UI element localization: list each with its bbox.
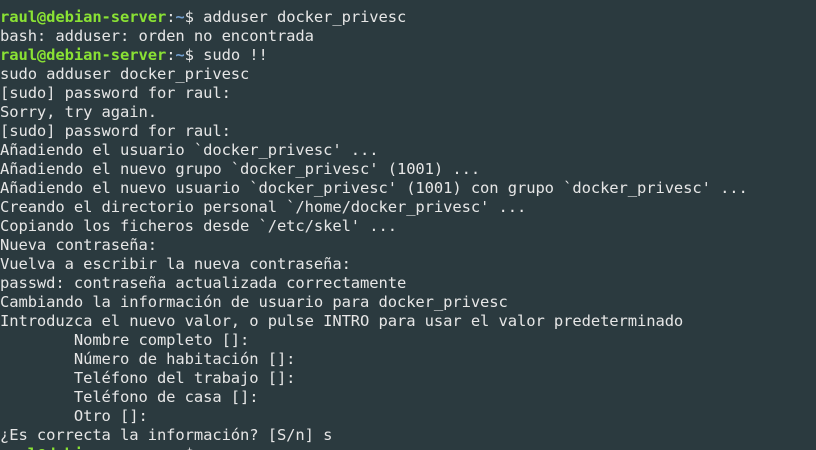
- prompt-path: ~: [175, 445, 184, 450]
- prompt-path: ~: [175, 8, 185, 26]
- output-line: Creando el directorio personal `/home/do…: [0, 198, 527, 216]
- prompt-symbol: $: [185, 445, 203, 450]
- output-line: Sorry, try again.: [0, 103, 157, 121]
- prompt-line: raul@debian-server:~$ adduser docker_pri…: [0, 8, 816, 27]
- output-line: Copiando los ficheros desde `/etc/skel' …: [0, 217, 397, 235]
- output-line: Añadiendo el usuario `docker_privesc' ..…: [0, 141, 379, 159]
- output-line: passwd: contraseña actualizada correctam…: [0, 274, 407, 292]
- command-text: sudo !!: [203, 46, 268, 64]
- prompt-line: raul@debian-server:~$: [0, 445, 816, 450]
- terminal-window[interactable]: raul@debian-server:~$ adduser docker_pri…: [0, 0, 816, 450]
- output-line: [sudo] password for raul:: [0, 122, 231, 140]
- output-line: Nombre completo []:: [0, 331, 250, 349]
- output-line: sudo adduser docker_privesc: [0, 65, 250, 83]
- prompt-line: raul@debian-server:~$ sudo !!: [0, 46, 816, 65]
- output-line: Nueva contraseña:: [0, 236, 157, 254]
- output-line: ¿Es correcta la información? [S/n] s: [0, 426, 333, 444]
- prompt-symbol: $: [184, 46, 204, 64]
- command-text: adduser docker_privesc: [203, 8, 407, 26]
- output-line: Número de habitación []:: [0, 350, 296, 368]
- output-line: Otro []:: [0, 407, 148, 425]
- prompt-user-host: raul@debian-server: [0, 445, 166, 450]
- prompt-user-host: raul@debian-server: [0, 8, 167, 26]
- output-line: Añadiendo el nuevo grupo `docker_privesc…: [0, 160, 481, 178]
- output-line: bash: adduser: orden no encontrada: [0, 27, 314, 45]
- output-line: Introduzca el nuevo valor, o pulse INTRO…: [0, 312, 684, 330]
- prompt-path: ~: [175, 46, 185, 64]
- output-line: Vuelva a escribir la nueva contraseña:: [0, 255, 351, 273]
- output-line: Teléfono de casa []:: [0, 388, 259, 406]
- output-line: [sudo] password for raul:: [0, 84, 231, 102]
- output-line: Cambiando la información de usuario para…: [0, 293, 508, 311]
- output-line: Añadiendo el nuevo usuario `docker_prive…: [0, 179, 748, 197]
- output-line: Teléfono del trabajo []:: [0, 369, 296, 387]
- prompt-user-host: raul@debian-server: [0, 46, 167, 64]
- prompt-symbol: $: [184, 8, 204, 26]
